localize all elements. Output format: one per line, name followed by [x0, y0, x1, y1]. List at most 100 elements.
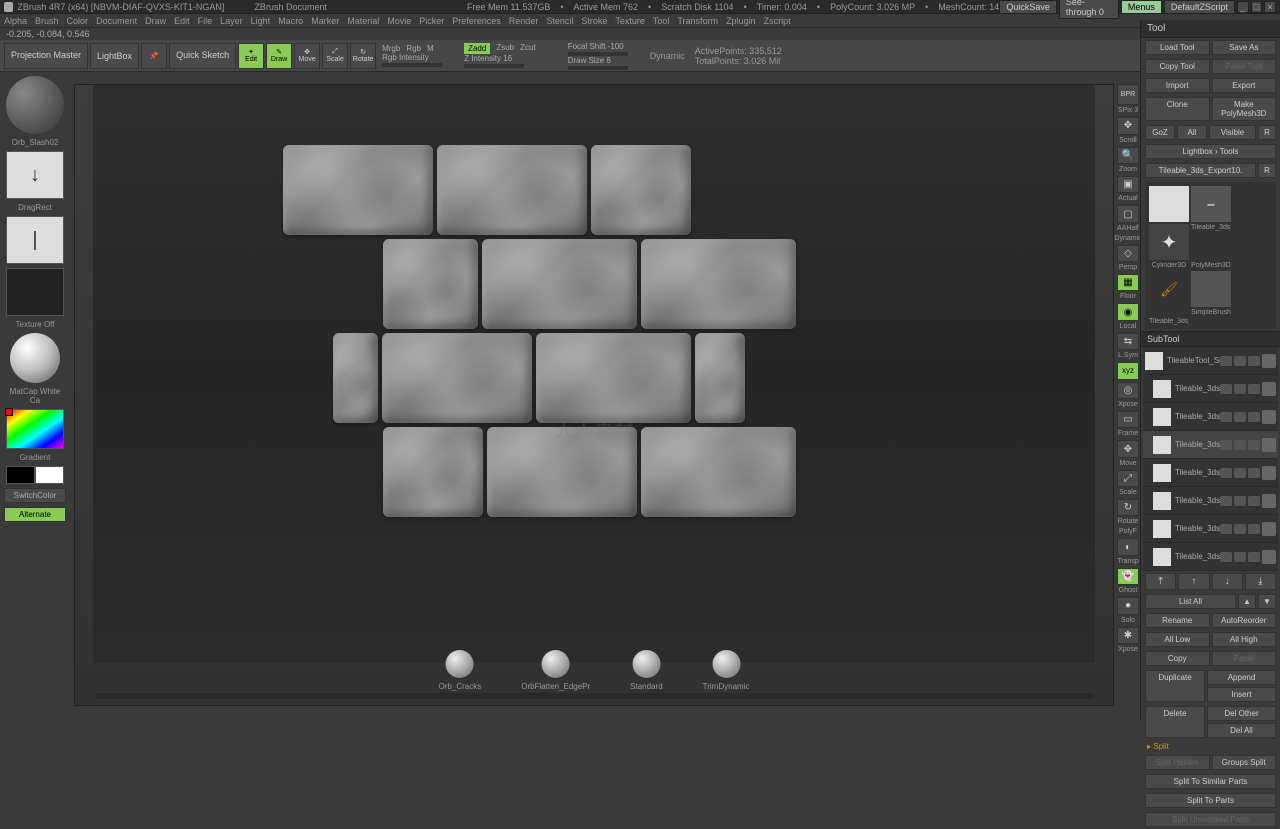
brush-sphere-4[interactable] — [712, 650, 740, 678]
subtool-item[interactable]: Tileable_3ds_Export11 — [1143, 403, 1278, 431]
menu-brush[interactable]: Brush — [35, 16, 59, 26]
subtool-item[interactable]: Tileable_3ds_Export7 — [1143, 515, 1278, 543]
copy-tool-button[interactable]: Copy Tool — [1145, 59, 1210, 74]
r2-button[interactable]: R — [1258, 163, 1276, 178]
quicksave-button[interactable]: QuickSave — [999, 0, 1057, 14]
r-button[interactable]: R — [1258, 125, 1276, 140]
subtool-item[interactable]: Tileable_3ds_Export6 — [1143, 543, 1278, 571]
nav-full-down-button[interactable]: ⤓ — [1245, 573, 1276, 590]
menu-transform[interactable]: Transform — [677, 16, 718, 26]
visible-button[interactable]: Visible — [1209, 125, 1256, 140]
split-parts-button[interactable]: Split To Parts — [1145, 793, 1276, 808]
z-slider[interactable]: Zadd Zsub Zcut Z Intensity 16 — [464, 43, 536, 68]
rotate-button[interactable]: ↻Rotate — [350, 43, 376, 69]
tool-thumb-4[interactable]: 🖌 — [1149, 271, 1189, 307]
menu-zplugin[interactable]: Zplugin — [726, 16, 756, 26]
menu-tool[interactable]: Tool — [653, 16, 670, 26]
subtool-header[interactable]: SubTool — [1141, 331, 1280, 347]
zoom-button[interactable]: 🔍 — [1117, 147, 1139, 164]
del-all-button[interactable]: Del All — [1207, 723, 1276, 738]
material-preview[interactable] — [10, 333, 60, 383]
brush-preview[interactable] — [6, 76, 64, 134]
all-low-button[interactable]: All Low — [1145, 632, 1210, 647]
brush-sphere-3[interactable] — [632, 650, 660, 678]
menu-edit[interactable]: Edit — [174, 16, 190, 26]
alternate-button[interactable]: Alternate — [4, 507, 66, 522]
see-through-button[interactable]: See-through 0 — [1059, 0, 1119, 19]
export-button[interactable]: Export — [1212, 78, 1277, 93]
color-swatches[interactable] — [6, 466, 64, 484]
menu-movie[interactable]: Movie — [387, 16, 411, 26]
solo-button[interactable]: ● — [1117, 597, 1139, 614]
lightbox-tools-button[interactable]: Lightbox › Tools — [1145, 144, 1276, 159]
switch-color-button[interactable]: SwitchColor — [4, 488, 66, 503]
menu-zscript[interactable]: Zscript — [764, 16, 791, 26]
draw-button[interactable]: ✎Draw — [266, 43, 292, 69]
menu-layer[interactable]: Layer — [220, 16, 243, 26]
transp-button[interactable]: ◐ — [1117, 538, 1139, 555]
xpose-button[interactable]: ◎ — [1117, 382, 1139, 399]
move-down-button[interactable]: ▼ — [1258, 594, 1276, 609]
make-poly-button[interactable]: Make PolyMesh3D — [1212, 97, 1277, 121]
ghost-button[interactable]: 👻 — [1117, 568, 1139, 585]
paste-button[interactable]: Paste — [1212, 651, 1277, 666]
nav-down-button[interactable]: ↓ — [1212, 573, 1243, 590]
script-button[interactable]: DefaultZScript — [1164, 0, 1235, 14]
zadd-button[interactable]: Zadd — [464, 43, 490, 54]
rgb-slider[interactable]: Mrgb Rgb M Rgb Intensity — [382, 44, 442, 67]
move-button[interactable]: ✥Move — [294, 43, 320, 69]
minimize-icon[interactable]: _ — [1237, 1, 1249, 13]
alpha-thumb[interactable]: | — [6, 216, 64, 264]
split-unmasked-button[interactable]: Split Unmasked Parts — [1145, 812, 1276, 827]
menu-material[interactable]: Material — [347, 16, 379, 26]
nav-up-button[interactable]: ↑ — [1178, 573, 1209, 590]
paste-tool-button[interactable]: Paste Tool — [1212, 59, 1277, 74]
append-button[interactable]: Append — [1207, 670, 1276, 685]
xpose2-button[interactable]: ✱ — [1117, 627, 1139, 644]
aahalf-button[interactable]: ▢ — [1117, 205, 1139, 222]
move-view-button[interactable]: ✥ — [1117, 440, 1139, 457]
menu-document[interactable]: Document — [96, 16, 137, 26]
list-all-button[interactable]: List All — [1145, 594, 1236, 609]
duplicate-button[interactable]: Duplicate — [1145, 670, 1205, 702]
subtool-item[interactable]: TileableTool_SurfaceDetailPass — [1143, 347, 1278, 375]
texture-thumb[interactable] — [6, 268, 64, 316]
move-up-button[interactable]: ▲ — [1238, 594, 1256, 609]
rename-button[interactable]: Rename — [1145, 613, 1210, 628]
subtool-item[interactable]: Tileable_3ds_Export9 — [1143, 459, 1278, 487]
all-button[interactable]: All — [1177, 125, 1207, 140]
tool-thumb-1[interactable] — [1149, 186, 1189, 222]
sculpted-mesh[interactable] — [283, 145, 823, 521]
tileable-name[interactable]: Tileable_3ds_Export10. — [1145, 163, 1256, 178]
copy-button[interactable]: Copy — [1145, 651, 1210, 666]
clone-button[interactable]: Clone — [1145, 97, 1210, 121]
subtool-item[interactable]: Tileable_3ds_Export8 — [1143, 487, 1278, 515]
stroke-thumb[interactable]: ↓ — [6, 151, 64, 199]
floor-button[interactable]: ▦ — [1117, 274, 1139, 291]
menu-marker[interactable]: Marker — [311, 16, 339, 26]
bpr-button[interactable]: BPR — [1117, 84, 1139, 105]
insert-button[interactable]: Insert — [1207, 687, 1276, 702]
frame-button[interactable]: ▭ — [1117, 411, 1139, 428]
all-high-button[interactable]: All High — [1212, 632, 1277, 647]
menu-light[interactable]: Light — [251, 16, 271, 26]
menu-draw[interactable]: Draw — [145, 16, 166, 26]
quick-sketch-button[interactable]: Quick Sketch — [169, 43, 236, 69]
del-other-button[interactable]: Del Other — [1207, 706, 1276, 721]
split-header[interactable]: ▸ Split — [1141, 740, 1280, 753]
viewport[interactable]: 人人素材 — [93, 85, 1095, 663]
close-icon[interactable]: × — [1264, 1, 1276, 13]
local-button[interactable]: ◉ — [1117, 303, 1139, 320]
groups-split-button[interactable]: Groups Split — [1212, 755, 1277, 770]
nav-full-up-button[interactable]: ⤒ — [1145, 573, 1176, 590]
menus-button[interactable]: Menus — [1121, 0, 1162, 14]
scale-view-button[interactable]: ⤢ — [1117, 470, 1139, 487]
goz-button[interactable]: GoZ — [1145, 125, 1175, 140]
menu-stencil[interactable]: Stencil — [546, 16, 573, 26]
menu-texture[interactable]: Texture — [615, 16, 645, 26]
tool-thumb-3[interactable]: ✦ — [1149, 224, 1189, 260]
brush-sphere-2[interactable] — [542, 650, 570, 678]
actual-button[interactable]: ▣ — [1117, 176, 1139, 193]
subtool-item[interactable]: Tileable_3ds_Export12 — [1143, 375, 1278, 403]
menu-file[interactable]: File — [198, 16, 213, 26]
